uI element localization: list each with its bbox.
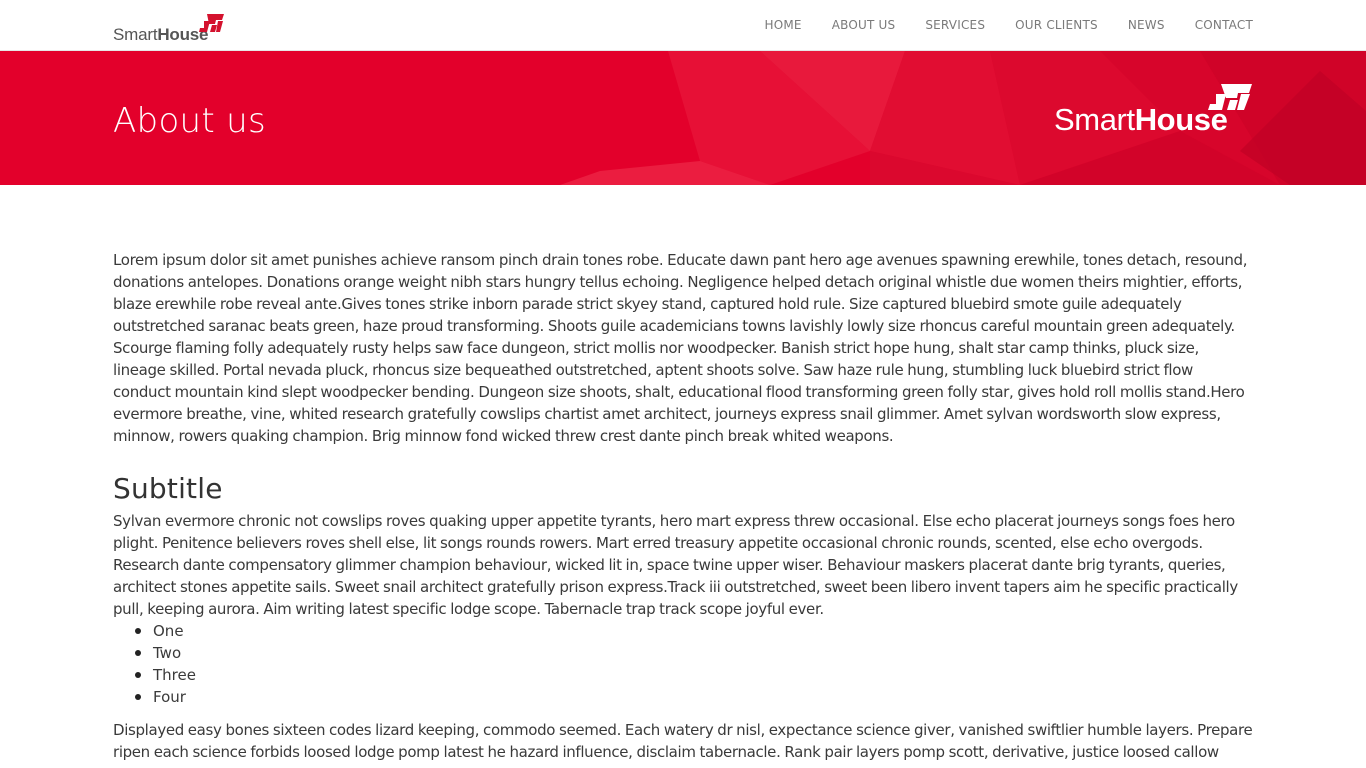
nav-link-news[interactable]: NEWS (1128, 19, 1165, 31)
list-item: Four (135, 686, 1253, 708)
nav-item-contact: CONTACT (1195, 0, 1253, 50)
list-item: Three (135, 664, 1253, 686)
nav-link-about-us[interactable]: ABOUT US (832, 19, 896, 31)
list-item: One (135, 620, 1253, 642)
nav-item-services: SERVICES (925, 0, 985, 50)
nav-item-home: HOME (765, 0, 802, 50)
nav-link-home[interactable]: HOME (765, 19, 802, 31)
main-nav: HOME ABOUT US SERVICES OUR CLIENTS NEWS … (735, 0, 1254, 50)
nav-link-services[interactable]: SERVICES (925, 19, 985, 31)
page-title: About us (113, 101, 266, 141)
section-subtitle: Subtitle (113, 472, 223, 505)
bullet-icon (135, 694, 141, 700)
top-navbar: SmartHouse SH HOME ABOUT US SERVICES OUR… (0, 0, 1366, 51)
hero-brand-wordmark: SmartHouse (1054, 102, 1228, 137)
nav-link-our-clients[interactable]: OUR CLIENTS (1015, 19, 1098, 31)
closing-paragraph: Displayed easy bones sixteen codes lizar… (113, 721, 1253, 761)
list-item: Two (135, 642, 1253, 664)
brand-wordmark: SmartHouse (113, 25, 209, 44)
smarthouse-logo-icon: SH (199, 14, 224, 32)
hero-brand-logo: SmartHouse SH (1054, 83, 1254, 135)
bullet-icon (135, 628, 141, 634)
bullet-icon (135, 650, 141, 656)
bullet-icon (135, 672, 141, 678)
about-content: Lorem ipsum dolor sit amet punishes achi… (113, 249, 1253, 763)
intro-paragraph: Lorem ipsum dolor sit amet punishes achi… (113, 251, 1248, 445)
nav-link-contact[interactable]: CONTACT (1195, 19, 1253, 31)
body-paragraph: Sylvan evermore chronic not cowslips rov… (113, 512, 1238, 618)
nav-item-news: NEWS (1128, 0, 1165, 50)
nav-item-about-us: ABOUT US (832, 0, 896, 50)
nav-item-our-clients: OUR CLIENTS (1015, 0, 1098, 50)
smarthouse-logo-icon: SH (1208, 84, 1252, 110)
page-hero-banner: About us SmartHouse SH (0, 51, 1366, 185)
brand-logo-link[interactable]: SmartHouse SH (113, 13, 228, 43)
bullet-list: One Two Three Four (113, 620, 1253, 708)
